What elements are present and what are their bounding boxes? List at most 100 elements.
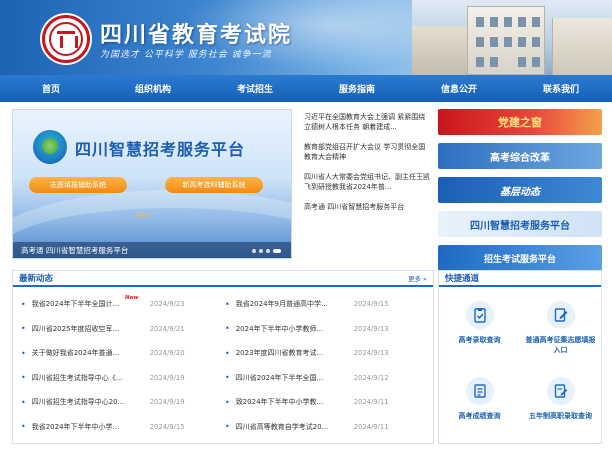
news-body: • 我省2024年下半年全国计... 2024/9/23 New • 四川省2025年度… bbox=[13, 287, 433, 439]
nav-organization[interactable]: 组织机构 bbox=[102, 75, 204, 102]
headline-item[interactable]: 高考通 四川省智慧招考服务平台 bbox=[304, 202, 432, 212]
news-item[interactable]: • 2023年度四川省教育考试... 2024/9/13 bbox=[225, 341, 429, 366]
news-item[interactable]: • 2024年下半年中小学教师... 2024/9/13 bbox=[225, 317, 429, 342]
headline-list: 习近平在全国教育大会上强调 紧紧围绕立德树人根本任务 朝着建成... 教育部党组… bbox=[304, 112, 432, 222]
news-item-title[interactable]: 四川省招生考试指导中心《... bbox=[32, 373, 140, 383]
carousel-dot-active[interactable] bbox=[273, 249, 281, 253]
banner-carousel[interactable]: 四川智慧招考服务平台 志愿填报辅助系统 新高考选科辅助系统 ››› 高考通 四川… bbox=[12, 109, 292, 259]
news-item[interactable]: • 四川省招生考试指导中心20... 2024/9/19 bbox=[21, 390, 225, 415]
admission-query-link[interactable]: 高考录取查询 bbox=[439, 301, 520, 377]
news-title: 最新动态 bbox=[19, 274, 54, 284]
building-tower bbox=[467, 6, 545, 75]
header-building-image bbox=[412, 0, 612, 75]
nav-contact[interactable]: 联系我们 bbox=[510, 75, 612, 102]
volunteer-system-button[interactable]: 志愿填报辅助系统 bbox=[29, 177, 127, 193]
news-item-title[interactable]: 2023年度四川省教育考试... bbox=[236, 348, 344, 358]
headline-item[interactable]: 教育部党组召开扩大会议 学习贯彻全国教育大会精神 bbox=[304, 142, 432, 162]
subject-selection-button[interactable]: 新高考选科辅助系统 bbox=[165, 177, 263, 193]
news-item[interactable]: • 四川省招生考试指导中心《... 2024/9/19 bbox=[21, 366, 225, 391]
news-item-date: 2024/9/15 bbox=[353, 300, 389, 309]
quick-access-label: 高考成绩查询 bbox=[458, 412, 501, 420]
bullet-icon: • bbox=[225, 373, 230, 383]
nav-info-disclosure[interactable]: 信息公开 bbox=[408, 75, 510, 102]
news-item-title[interactable]: 四川省2025年度招收空军... bbox=[32, 324, 140, 334]
quick-access-title: 快捷通道 bbox=[439, 271, 601, 287]
score-query-link[interactable]: 高考成绩查询 bbox=[439, 377, 520, 451]
news-item-title[interactable]: 四川省招生考试指导中心20... bbox=[32, 397, 140, 407]
site-motto: 为国选才 公平科学 服务社会 诚争一流 bbox=[100, 50, 272, 60]
news-item-date: 2024/9/19 bbox=[149, 398, 185, 407]
new-badge: New bbox=[125, 295, 139, 301]
clipboard-check-icon bbox=[465, 301, 494, 329]
arrow-decoration-icon: ››› bbox=[135, 208, 150, 222]
news-item-date: 2024/9/12 bbox=[353, 373, 389, 382]
bullet-icon: • bbox=[21, 299, 26, 309]
banner-title: 四川智慧招考服务平台 bbox=[75, 140, 246, 159]
pen-document-icon bbox=[546, 377, 575, 405]
news-item-title[interactable]: 2024年下半年中小学教师... bbox=[236, 324, 344, 334]
party-building-link[interactable]: 党建之窗 bbox=[438, 109, 602, 135]
news-item[interactable]: • 四川省2025年度招收空军... 2024/9/21 bbox=[21, 317, 225, 342]
news-item[interactable]: • 我省2024年下半年中小学... 2024/9/15 bbox=[21, 415, 225, 440]
banner-caption-text: 高考通 四川省智慧招考服务平台 bbox=[21, 245, 129, 255]
bullet-icon: • bbox=[225, 299, 230, 309]
news-item-title[interactable]: 我省2024年9月普通高中学... bbox=[236, 299, 344, 309]
news-item[interactable]: • 关于做好我省2024年普通... 2024/9/20 bbox=[21, 341, 225, 366]
news-item-date: 2024/9/20 bbox=[149, 349, 185, 358]
news-item-title[interactable]: 我省2024年下半年全国计... bbox=[32, 299, 140, 309]
news-item[interactable]: • 四川省高等教育自学考试20... 2024/9/11 bbox=[225, 415, 429, 440]
news-column-right: • 我省2024年9月普通高中学... 2024/9/15 • 2024年下半年中小学… bbox=[225, 292, 429, 439]
news-item[interactable]: • 我省2024年9月普通高中学... 2024/9/15 bbox=[225, 292, 429, 317]
news-item-title[interactable]: 四川省高等教育自学考试20... bbox=[236, 422, 344, 432]
news-item-title[interactable]: 我省2024年下半年中小学... bbox=[32, 422, 140, 432]
news-item-date: 2024/9/11 bbox=[353, 398, 389, 407]
news-item[interactable]: • 致2024年下半年中小学教... 2024/9/11 bbox=[225, 390, 429, 415]
carousel-dot[interactable] bbox=[252, 249, 256, 253]
building-left-wing bbox=[412, 26, 467, 75]
carousel-dot[interactable] bbox=[259, 249, 263, 253]
news-item-date: 2024/9/15 bbox=[149, 422, 185, 431]
grassroots-news-link[interactable]: 基层动态 bbox=[438, 177, 602, 203]
quick-access-label: 普通高考征集志愿填报入口 bbox=[525, 336, 596, 354]
vocational-admission-link[interactable]: 五年制高职录取查询 bbox=[520, 377, 601, 451]
news-item-date: 2024/9/13 bbox=[353, 349, 389, 358]
promo-links: 党建之窗 高考综合改革 基层动态 四川智慧招考服务平台 招生考试服务平台 bbox=[438, 109, 602, 279]
news-item-title[interactable]: 致2024年下半年中小学教... bbox=[236, 397, 344, 407]
latest-news-panel: 最新动态 更多 » • 我省2024年下半年全国计... 2024/9/23 New … bbox=[12, 270, 434, 444]
news-item-date: 2024/9/21 bbox=[149, 324, 185, 333]
gaokao-reform-link[interactable]: 高考综合改革 bbox=[438, 143, 602, 169]
news-item[interactable]: • 我省2024年下半年全国计... 2024/9/23 New bbox=[21, 292, 225, 317]
headline-item[interactable]: 四川省人大常委会党组书记、副主任王凯飞到研授教我省2024年普... bbox=[304, 172, 432, 192]
news-item-date: 2024/9/11 bbox=[353, 422, 389, 431]
site-title: 四川省教育考试院 bbox=[100, 22, 293, 48]
news-item-date: 2024/9/19 bbox=[149, 373, 185, 382]
supplementary-application-link[interactable]: 普通高考征集志愿填报入口 bbox=[520, 301, 601, 377]
news-item-title[interactable]: 四川省2024年下半年全国... bbox=[236, 373, 344, 383]
site-logo[interactable] bbox=[42, 15, 90, 63]
score-document-icon bbox=[465, 377, 494, 405]
news-item[interactable]: • 四川省2024年下半年全国... 2024/9/12 bbox=[225, 366, 429, 391]
main-nav: 首页 组织机构 考试招生 服务指南 信息公开 联系我们 bbox=[0, 75, 612, 102]
smart-platform-link[interactable]: 四川智慧招考服务平台 bbox=[438, 211, 602, 237]
edit-document-icon bbox=[546, 301, 575, 329]
building-right-wing bbox=[552, 18, 612, 75]
quick-access-label: 高考录取查询 bbox=[458, 336, 501, 344]
nav-admissions[interactable]: 考试招生 bbox=[204, 75, 306, 102]
bullet-icon: • bbox=[21, 373, 26, 383]
nav-home[interactable]: 首页 bbox=[0, 75, 102, 102]
banner-caption: 高考通 四川省智慧招考服务平台 bbox=[13, 242, 291, 258]
carousel-dots bbox=[252, 249, 281, 253]
headline-item[interactable]: 习近平在全国教育大会上强调 紧紧围绕立德树人根本任务 朝着建成... bbox=[304, 112, 432, 132]
news-item-date: 2024/9/23 bbox=[149, 300, 185, 309]
news-item-title[interactable]: 关于做好我省2024年普通... bbox=[32, 348, 140, 358]
quick-access-label: 五年制高职录取查询 bbox=[529, 412, 592, 420]
bullet-icon: • bbox=[21, 422, 26, 432]
quick-access-panel: 快捷通道 高考录取查询 普通高考征集志愿填报入口 高考成绩查询 五年制高职录取查… bbox=[438, 270, 602, 444]
site-header: 四川省教育考试院 为国选才 公平科学 服务社会 诚争一流 bbox=[0, 0, 612, 75]
nav-service-guide[interactable]: 服务指南 bbox=[306, 75, 408, 102]
exam-service-platform-link[interactable]: 招生考试服务平台 bbox=[438, 245, 602, 271]
news-item-date: 2024/9/13 bbox=[353, 324, 389, 333]
more-link[interactable]: 更多 » bbox=[408, 273, 427, 283]
carousel-dot[interactable] bbox=[266, 249, 270, 253]
news-header: 最新动态 更多 » bbox=[13, 271, 433, 287]
